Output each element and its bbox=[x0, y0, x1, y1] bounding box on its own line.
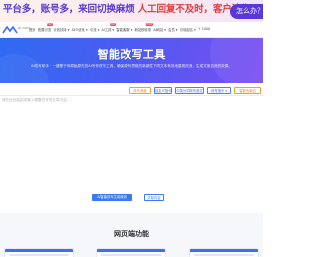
page-title: 智能改写工具 bbox=[97, 48, 166, 61]
banner-cta-button[interactable]: 怎么办？ bbox=[230, 4, 263, 19]
nav-item-member[interactable]: 会员 ▾ bbox=[168, 27, 177, 32]
pseudo-original-button[interactable]: 智能伪原创 bbox=[234, 87, 261, 94]
rewrite-depth-button[interactable]: 改写深度 bbox=[129, 87, 151, 94]
custom-instruction-button[interactable]: 自定义指令 bbox=[154, 87, 172, 94]
feature-card-line bbox=[101, 254, 161, 256]
nav-item-label: 首页 bbox=[29, 28, 36, 32]
banner-text: 平台多，账号多，来回切换麻烦 人工回复不及时，客户流失 bbox=[3, 2, 251, 18]
nav-item-more[interactable]: + 1000 bbox=[198, 27, 210, 32]
rewrite-generate-button[interactable]: AI智能改写生成原创 bbox=[92, 194, 132, 201]
nav-item-label: 拓展引流 bbox=[37, 28, 52, 32]
nav-item-plan[interactable]: 计划扶持 ▾ bbox=[53, 27, 69, 32]
article-textarea[interactable]: 请在此处粘贴或输入需要改写的文章内容... bbox=[0, 95, 263, 187]
nav-item-lead[interactable]: 引流 ▾ bbox=[90, 27, 99, 32]
nav-item-seo[interactable]: SEO优化 ▾ bbox=[72, 27, 88, 32]
rewrite-mode-select[interactable]: 改写指令 ▾ bbox=[207, 87, 231, 94]
nav-menu: 首页 拓展引流 HOT 计划扶持 ▾ SEO优化 ▾ 引流 ▾ AI工具 ▾ HOT… bbox=[29, 23, 212, 32]
hero-section: 智能改写工具 AI改写助手 · 一键基于你原始原先的AI写作改写工具，确保原句思… bbox=[0, 38, 263, 83]
hot-badge: HOT bbox=[146, 23, 154, 26]
nav-item-home[interactable]: 首页 bbox=[29, 27, 36, 32]
nav-item-label: + 1000 bbox=[197, 27, 211, 31]
nav-item-label: 引领起名 ▾ bbox=[179, 28, 196, 32]
hot-badge: HOT bbox=[109, 23, 117, 26]
feature-card-header bbox=[97, 249, 165, 252]
feature-card-line bbox=[9, 254, 69, 256]
nav-item-label: 引流 ▾ bbox=[89, 28, 100, 32]
nav-item-label: 计划扶持 ▾ bbox=[53, 28, 70, 32]
feature-card[interactable] bbox=[4, 248, 74, 257]
nav-item-service[interactable]: 智能客服 ▾ bbox=[116, 27, 132, 32]
editor-placeholder: 请在此处粘贴或输入需要改写的文章内容... bbox=[2, 98, 71, 102]
promo-banner[interactable]: 平台多，账号多，来回切换麻烦 人工回复不及时，客户流失 怎么办？ bbox=[0, 0, 263, 22]
nav-item-label: 会员 ▾ bbox=[168, 28, 178, 32]
nav-item-label: 智能客服 ▾ bbox=[116, 28, 133, 32]
features-section: 网页端功能 bbox=[0, 213, 263, 257]
hot-badge: HOT bbox=[46, 23, 54, 26]
logo-icon[interactable] bbox=[2, 25, 18, 35]
nav-item-label: 新站秒收录 bbox=[134, 28, 152, 32]
nav-item-ai-site[interactable]: AI网站 ▾ bbox=[153, 27, 166, 32]
banner-text-part1: 平台多，账号多， bbox=[3, 4, 79, 15]
feature-card[interactable] bbox=[189, 248, 259, 257]
feature-card-header bbox=[190, 249, 258, 252]
feature-card-header bbox=[5, 249, 73, 252]
nav-item-ai-tools[interactable]: AI工具 ▾ HOT bbox=[101, 23, 117, 32]
page-description: AI改写助手 · 一键基于你原始原先的AI写作改写工具，确保原句思维的新颖性下同… bbox=[31, 64, 232, 68]
banner-text-part2: 来回切换麻烦 bbox=[78, 4, 135, 15]
nav-item-label: SEO优化 ▾ bbox=[71, 28, 88, 32]
nav-item-label: AI网站 ▾ bbox=[153, 28, 166, 32]
feature-card-line bbox=[194, 254, 254, 256]
feature-card[interactable] bbox=[96, 248, 166, 257]
bilingual-rewrite-button[interactable]: 中英分词改写原文 bbox=[175, 87, 204, 94]
features-title: 网页端功能 bbox=[114, 230, 149, 238]
clear-content-button[interactable]: 清除内容 bbox=[144, 194, 164, 201]
nav-item-traffic[interactable]: 拓展引流 HOT bbox=[37, 23, 54, 32]
nav-item-index[interactable]: 新站秒收录 HOT bbox=[134, 23, 154, 32]
nav-item-label: AI工具 ▾ bbox=[101, 28, 115, 32]
nav-item-naming[interactable]: 引领起名 ▾ bbox=[180, 27, 196, 32]
top-nav: ai.com 首页 拓展引流 HOT 计划扶持 ▾ SEO优化 ▾ 引流 ▾ AI… bbox=[0, 22, 263, 38]
